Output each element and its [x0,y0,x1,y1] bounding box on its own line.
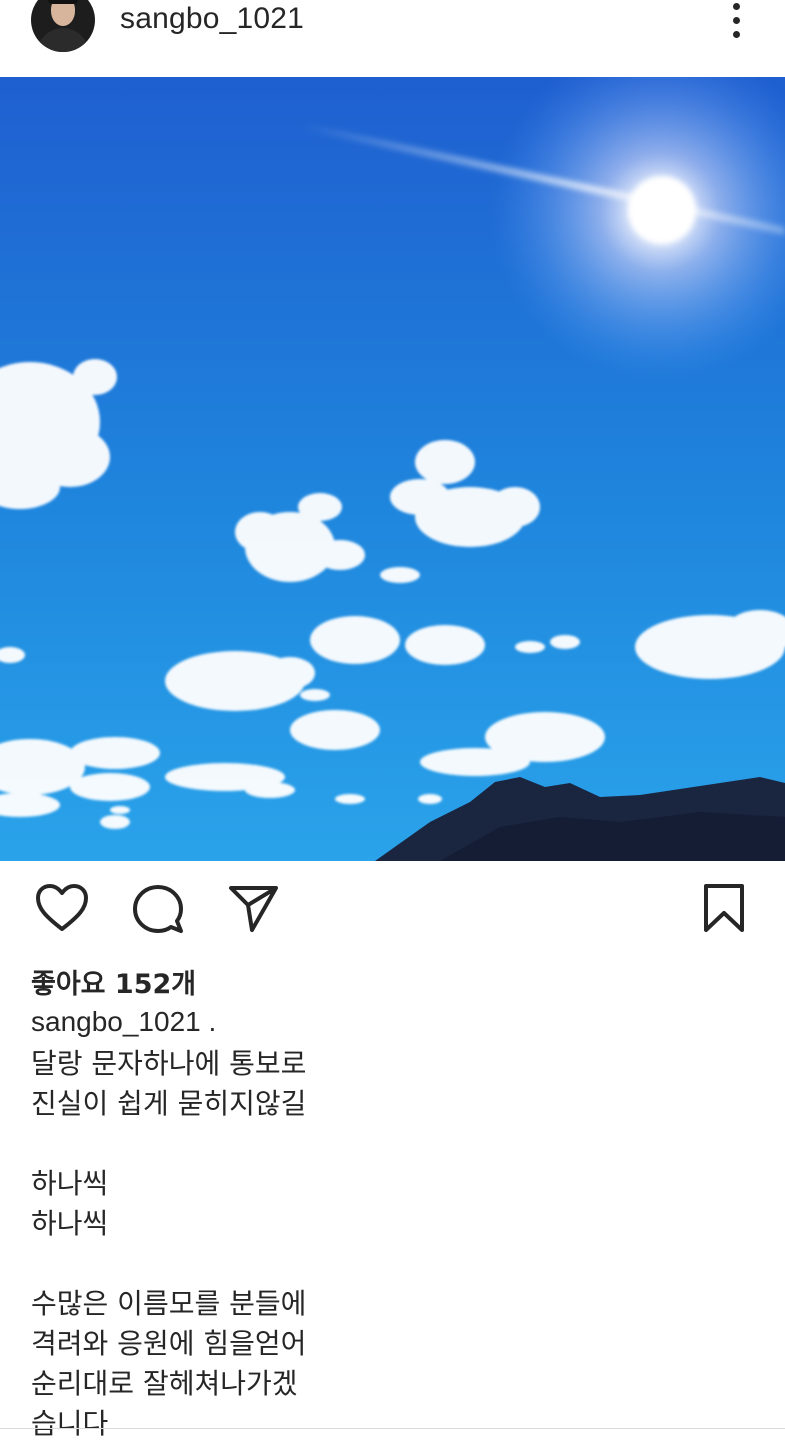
caption-author[interactable]: sangbo_1021 . [31,1006,216,1038]
send-icon[interactable] [228,883,280,933]
like-count[interactable]: 좋아요 152개 [31,962,196,1001]
comment-icon[interactable] [132,883,184,935]
post-image[interactable] [0,77,785,861]
more-vertical-icon[interactable] [724,0,750,44]
bottom-divider [0,1428,785,1429]
avatar[interactable] [31,0,95,52]
bookmark-icon[interactable] [702,883,746,933]
heart-icon[interactable] [35,883,89,933]
post-username[interactable]: sangbo_1021 [120,2,304,36]
sky-photo [0,77,785,861]
post-actions [0,861,785,961]
post-header: sangbo_1021 [0,0,785,77]
caption-text: 달랑 문자하나에 통보로 진실이 쉽게 묻히지않길 하나씩 하나씩 수많은 이름… [31,1047,307,1440]
